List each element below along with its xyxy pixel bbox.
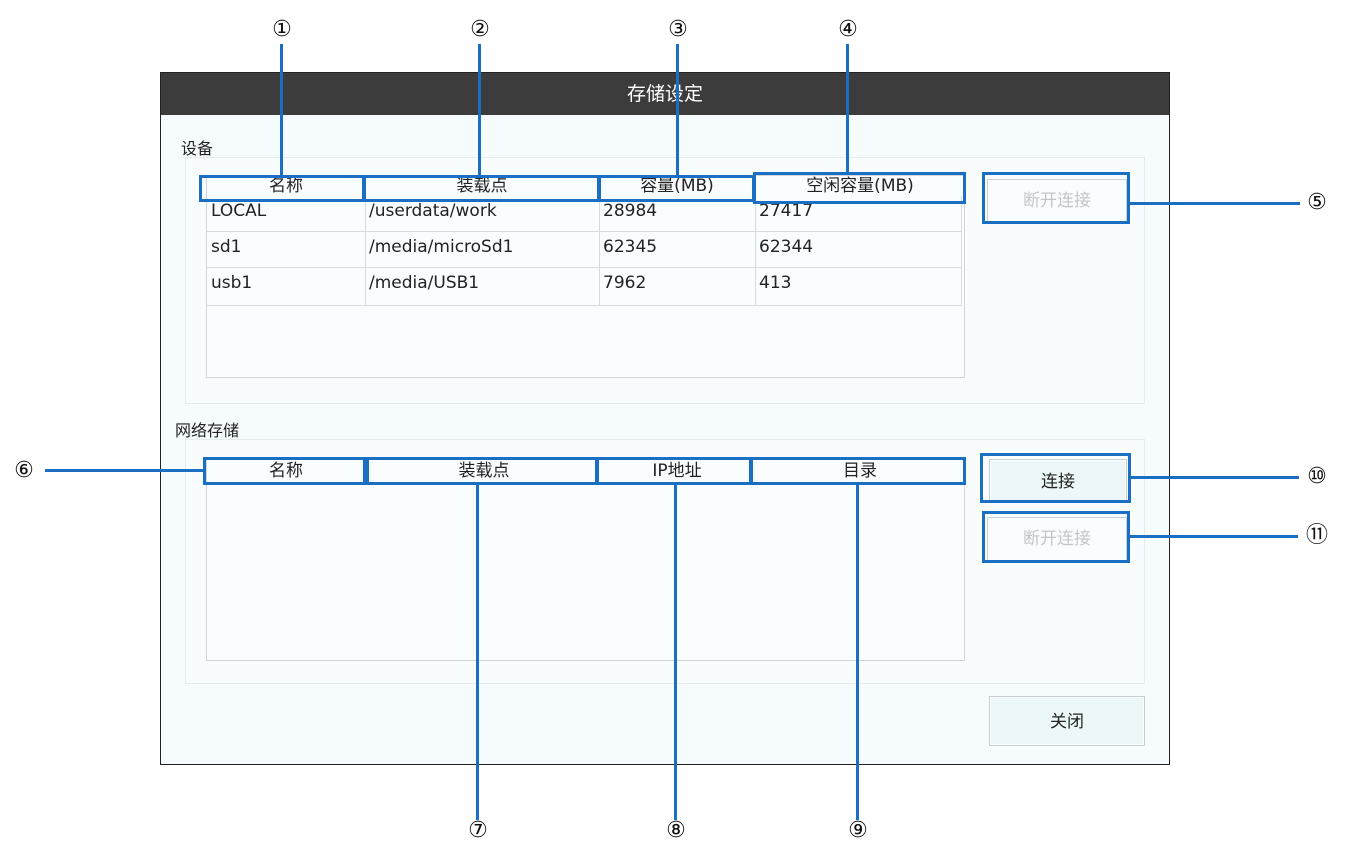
callout-highlight-7 — [366, 457, 598, 485]
callout-highlight-6 — [203, 457, 366, 485]
row-divider — [207, 305, 962, 306]
callout-highlight-4 — [753, 172, 966, 204]
callout-number-7: ⑦ — [468, 818, 488, 843]
callout-line-9 — [856, 485, 859, 820]
callout-number-11: ⑪ — [1305, 523, 1328, 548]
network-section-label: 网络存储 — [175, 421, 240, 440]
devices-table[interactable]: 名称 装载点 容量(MB) 空闲容量(MB) LOCAL /userdata/w… — [206, 175, 965, 378]
callout-number-8: ⑧ — [666, 818, 686, 843]
table-row[interactable]: usb1 /media/USB1 7962 413 — [207, 270, 965, 298]
cell-name: sd1 — [211, 237, 242, 257]
callout-line-8 — [674, 485, 677, 820]
callout-highlight-3 — [598, 175, 755, 202]
cell-capacity: 7962 — [603, 273, 647, 293]
callout-number-6: ⑥ — [14, 458, 34, 483]
callout-number-2: ② — [470, 17, 490, 42]
callout-line-3 — [676, 44, 679, 177]
cell-mount: /media/microSd1 — [369, 237, 514, 257]
callout-number-3: ③ — [668, 17, 688, 42]
callout-line-11 — [1130, 535, 1298, 538]
callout-number-4: ④ — [838, 17, 858, 42]
network-table[interactable]: 名称 装载点 IP地址 目录 — [206, 458, 965, 661]
dialog-title: 存储设定 — [626, 83, 703, 105]
callout-number-9: ⑨ — [848, 818, 868, 843]
callout-highlight-11 — [982, 511, 1130, 563]
row-divider — [207, 267, 962, 268]
close-button[interactable]: 关闭 — [989, 696, 1145, 746]
cell-free: 62344 — [759, 237, 814, 257]
callout-highlight-5 — [982, 172, 1130, 224]
callout-line-10 — [1131, 476, 1299, 479]
callout-line-6 — [45, 469, 205, 472]
callout-line-2 — [478, 44, 481, 177]
devices-section-label: 设备 — [181, 139, 214, 158]
dialog-title-bar: 存储设定 — [161, 73, 1169, 115]
callout-number-5: ⑤ — [1307, 190, 1327, 215]
callout-highlight-2 — [363, 175, 600, 202]
callout-line-7 — [476, 485, 479, 820]
callout-line-5 — [1130, 202, 1300, 205]
callout-highlight-1 — [199, 175, 365, 202]
callout-number-1: ① — [272, 17, 292, 42]
callout-number-10: ⑩ — [1307, 464, 1327, 489]
row-divider — [207, 231, 962, 232]
cell-free: 413 — [759, 273, 792, 293]
callout-line-1 — [280, 44, 283, 177]
callout-highlight-9 — [750, 457, 966, 485]
cell-name: usb1 — [211, 273, 253, 293]
cell-mount: /media/USB1 — [369, 273, 480, 293]
callout-line-4 — [846, 44, 849, 174]
table-row[interactable]: sd1 /media/microSd1 62345 62344 — [207, 234, 965, 262]
cell-capacity: 62345 — [603, 237, 658, 257]
callout-highlight-10 — [980, 453, 1131, 503]
callout-highlight-8 — [596, 457, 752, 485]
